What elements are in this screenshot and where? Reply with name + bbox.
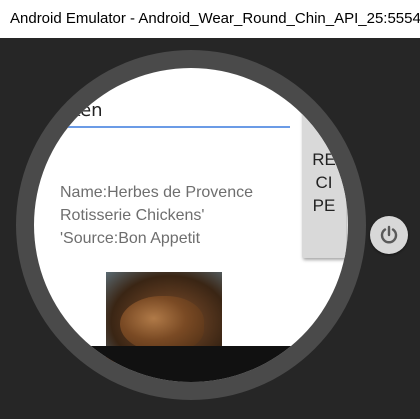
recipe-button-label: RE CI PE [312,150,336,215]
title-bar: Android Emulator - Android_Wear_Round_Ch… [0,0,420,38]
power-icon [380,225,398,244]
emulator-area: hicken RE CI PE Name:Herbes de Provence … [0,38,420,419]
recipe-button[interactable]: RE CI PE [302,108,346,258]
search-input[interactable]: hicken [44,100,103,121]
power-button[interactable] [370,216,408,254]
watch-chin [34,346,348,382]
window-title: Android Emulator - Android_Wear_Round_Ch… [10,10,420,27]
search-input-underline [34,126,290,128]
recipe-info-text: Name:Herbes de Provence Rotisserie Chick… [60,184,253,247]
watch-screen: hicken RE CI PE Name:Herbes de Provence … [34,68,348,382]
chicken-image-meat [120,296,204,352]
